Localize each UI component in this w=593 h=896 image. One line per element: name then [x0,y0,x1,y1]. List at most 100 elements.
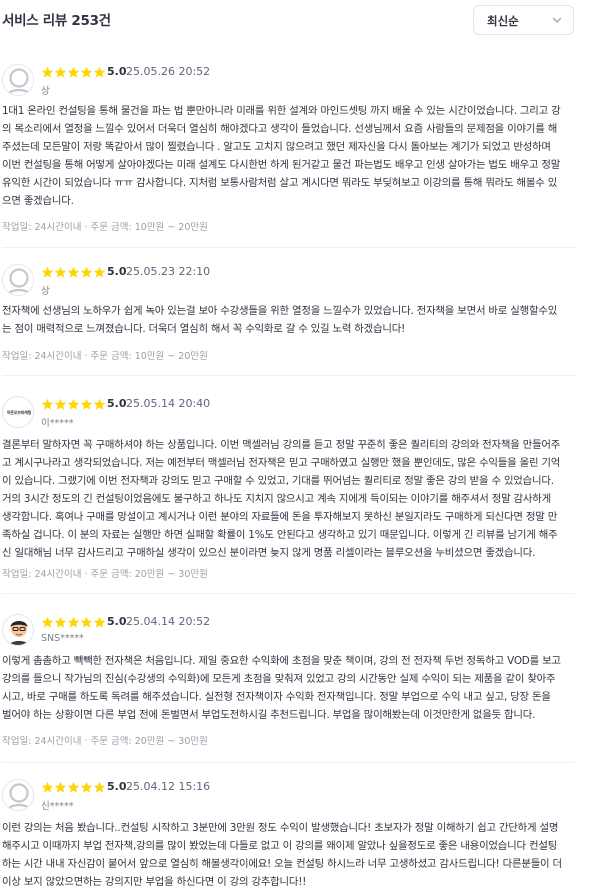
star-icon [93,781,106,793]
star-icon [67,266,80,278]
review-divider [2,762,575,763]
star-icon [93,398,106,410]
star-rating [41,398,106,412]
star-icon [54,398,67,410]
review-meta: 작업일: 24시간이내 · 주문 금액: 10만원 ~ 20만원 [2,348,208,362]
star-icon [54,66,67,78]
rating-value: 5.0 [107,780,127,793]
reviewer-name: 신***** [41,801,74,812]
review-text-line: 는 점이 매력적으로 느껴졌습니다. 더욱더 열심히 해서 꼭 수익화로 갈 수… [2,323,406,335]
review-date: 25.04.12 15:16 [126,780,211,793]
review-text-line: 의 목소리에서 열정을 느낄수 있어서 더욱더 열심히 해야겠다고 생각이 들었… [2,123,558,135]
brand-logo-text: 아웃오브마케팅 [6,410,32,415]
review-divider [2,247,575,248]
star-icon [67,66,80,78]
review-divider [2,375,575,376]
review-text-line: 신 일대해님 너무 감사드리고 구매하실 생각이 있으신 분이라면 늦지 않게 … [2,547,536,559]
default-avatar-icon [2,64,34,96]
review-text-line: 으면 좋겠습니다. [2,195,74,207]
meta-separator: · [84,569,88,580]
star-rating [41,781,106,795]
rating-value: 5.0 [107,615,127,628]
review-text: 이런 강의는 처음 봤습니다..컨설팅 시작하고 3분만에 3만원 정도 수익이… [2,819,575,891]
review-text-line: 결론부터 말하자면 꼭 구매하셔야 하는 상품입니다. 이번 맥셀러님 강의를 … [2,439,561,451]
star-icon [54,266,67,278]
review-date: 25.04.14 20:52 [126,615,211,628]
star-icon [93,616,106,628]
order-price: 주문 금액: 20만원 ~ 30만원 [90,736,208,747]
review-text-line: 시고, 바로 구매를 하도록 독려를 해주셨습니다. 실전형 전자책이자 수익화… [2,691,551,703]
review-text-line: 강의를 들으니 작가님의 진심(수강생의 수익화)에 모든게 초점을 맞춰져 있… [2,673,556,685]
work-time: 작업일: 24시간이내 [2,569,82,580]
reviewer-name: 이***** [41,418,74,429]
star-icon [54,781,67,793]
star-icon [93,266,106,278]
star-rating [41,266,106,280]
reviewer-name: 상 [41,286,50,297]
star-icon [67,781,80,793]
review-text-line: 이런 강의는 처음 봤습니다..컨설팅 시작하고 3분만에 3만원 정도 수익이… [2,822,559,834]
review-text-line: 하는 시간 내내 자신감이 붙어서 앞으로 열심히 해볼생각이에요! 오늘 컨설… [2,858,562,870]
rating-value: 5.0 [107,65,127,78]
review-text-line: 족하실 겁니다. 이 분의 자료는 실행만 하면 실패할 확률이 1%도 안된다… [2,529,558,541]
star-icon [67,398,80,410]
review-text-line: 전자책에 선생님의 노하우가 쉽게 녹아 있는걸 보아 수강생들을 위한 열정을… [2,305,558,317]
star-icon [67,616,80,628]
review-text-line: 벌어야 하는 상황이면 다른 부업 전에 돈벌면서 부업도전하시길 추천드립니다… [2,709,536,721]
review-text-line: 거의 3시간 정도의 긴 컨설팅이었음에도 불구하고 하나도 지치지 않으시고 … [2,493,551,505]
order-price: 주문 금액: 10만원 ~ 20만원 [90,351,208,362]
review-text-line: 이 있습니다. 그랬기에 이번 전자책과 강의도 믿고 구매할 수 있었고, 기… [2,475,554,487]
order-price: 주문 금액: 10만원 ~ 20만원 [90,222,208,233]
meta-separator: · [84,351,88,362]
work-time: 작업일: 24시간이내 [2,736,82,747]
work-time: 작업일: 24시간이내 [2,351,82,362]
review-text-line: 1대1 온라인 컨설팅을 통해 물건을 파는 법 뿐만아니라 미래를 위한 설계… [2,105,561,117]
rating-value: 5.0 [107,397,127,410]
review-text: 1대1 온라인 컨설팅을 통해 물건을 파는 법 뿐만아니라 미래를 위한 설계… [2,102,575,210]
star-icon [41,66,54,78]
review-header: 서비스 리뷰 253건 최신순 [0,0,593,40]
review-text: 결론부터 말하자면 꼭 구매하셔야 하는 상품입니다. 이번 맥셀러님 강의를 … [2,436,575,562]
review-meta: 작업일: 24시간이내 · 주문 금액: 10만원 ~ 20만원 [2,219,208,233]
review-date: 25.05.23 22:10 [126,265,211,278]
star-icon [41,398,54,410]
star-icon [80,266,93,278]
star-icon [80,616,93,628]
rating-value: 5.0 [107,265,127,278]
sort-dropdown[interactable]: 최신순 [473,5,574,35]
star-rating [41,616,106,630]
review-text-line: 이번 컨설팅을 통해 어떻게 살아야겠다는 미래 설계도 다시한번 하게 된거같… [2,159,561,171]
review-meta: 작업일: 24시간이내 · 주문 금액: 20만원 ~ 30만원 [2,733,208,747]
brand-logo-avatar: 아웃오브마케팅 [2,396,34,428]
star-icon [54,616,67,628]
work-time: 작업일: 24시간이내 [2,222,82,233]
chevron-down-icon [552,17,562,23]
review-text-line: 이렇게 촘촘하고 빽빽한 전자책은 처음입니다. 제일 중요한 수익화에 초점을… [2,655,561,667]
review-text-line: 생각합니다. 혹여나 구매를 망설이고 계시거나 이런 분야의 자료들에 돈을 … [2,511,558,523]
star-icon [41,266,54,278]
review-count-title: 서비스 리뷰 253건 [2,13,111,29]
review-text-line: 이상 보지 않았으면하는 강의지만 부업을 하신다면 이 강의 강추합니다!! [2,876,307,888]
star-rating [41,66,106,80]
review-date: 25.05.14 20:40 [126,397,211,410]
default-avatar-icon [2,264,34,296]
review-text-line: 해주시고 이때까지 부업 전자책,강의를 많이 봤었는데 다들로 없고 이 강의… [2,840,558,852]
review-date: 25.05.26 20:52 [126,65,211,78]
reviewer-name: SNS***** [41,633,84,644]
default-avatar-icon [2,779,34,811]
star-icon [93,66,106,78]
review-meta: 작업일: 24시간이내 · 주문 금액: 20만원 ~ 30만원 [2,566,208,580]
review-text: 이렇게 촘촘하고 빽빽한 전자책은 처음입니다. 제일 중요한 수익화에 초점을… [2,652,575,724]
star-icon [80,66,93,78]
star-icon [80,781,93,793]
star-icon [80,398,93,410]
meta-separator: · [84,222,88,233]
order-price: 주문 금액: 20만원 ~ 30만원 [90,569,208,580]
review-text: 전자책에 선생님의 노하우가 쉽게 녹아 있는걸 보아 수강생들을 위한 열정을… [2,302,575,338]
review-text-line: 유익한 시간이 되었습니다 ㅠㅠ 감사합니다. 지처럼 보통사람처럼 살고 계시… [2,177,558,189]
review-text-line: 고 계시구나라고 생각되었습니다. 저는 예전부터 맥셀러님 전자책은 믿고 구… [2,457,561,469]
star-icon [41,616,54,628]
character-avatar [2,614,34,646]
review-text-line: 주셨는데 모든말이 저랑 똑같아서 많이 찔렸습니다 . 알고도 고치지 않으려… [2,141,551,153]
star-icon [41,781,54,793]
